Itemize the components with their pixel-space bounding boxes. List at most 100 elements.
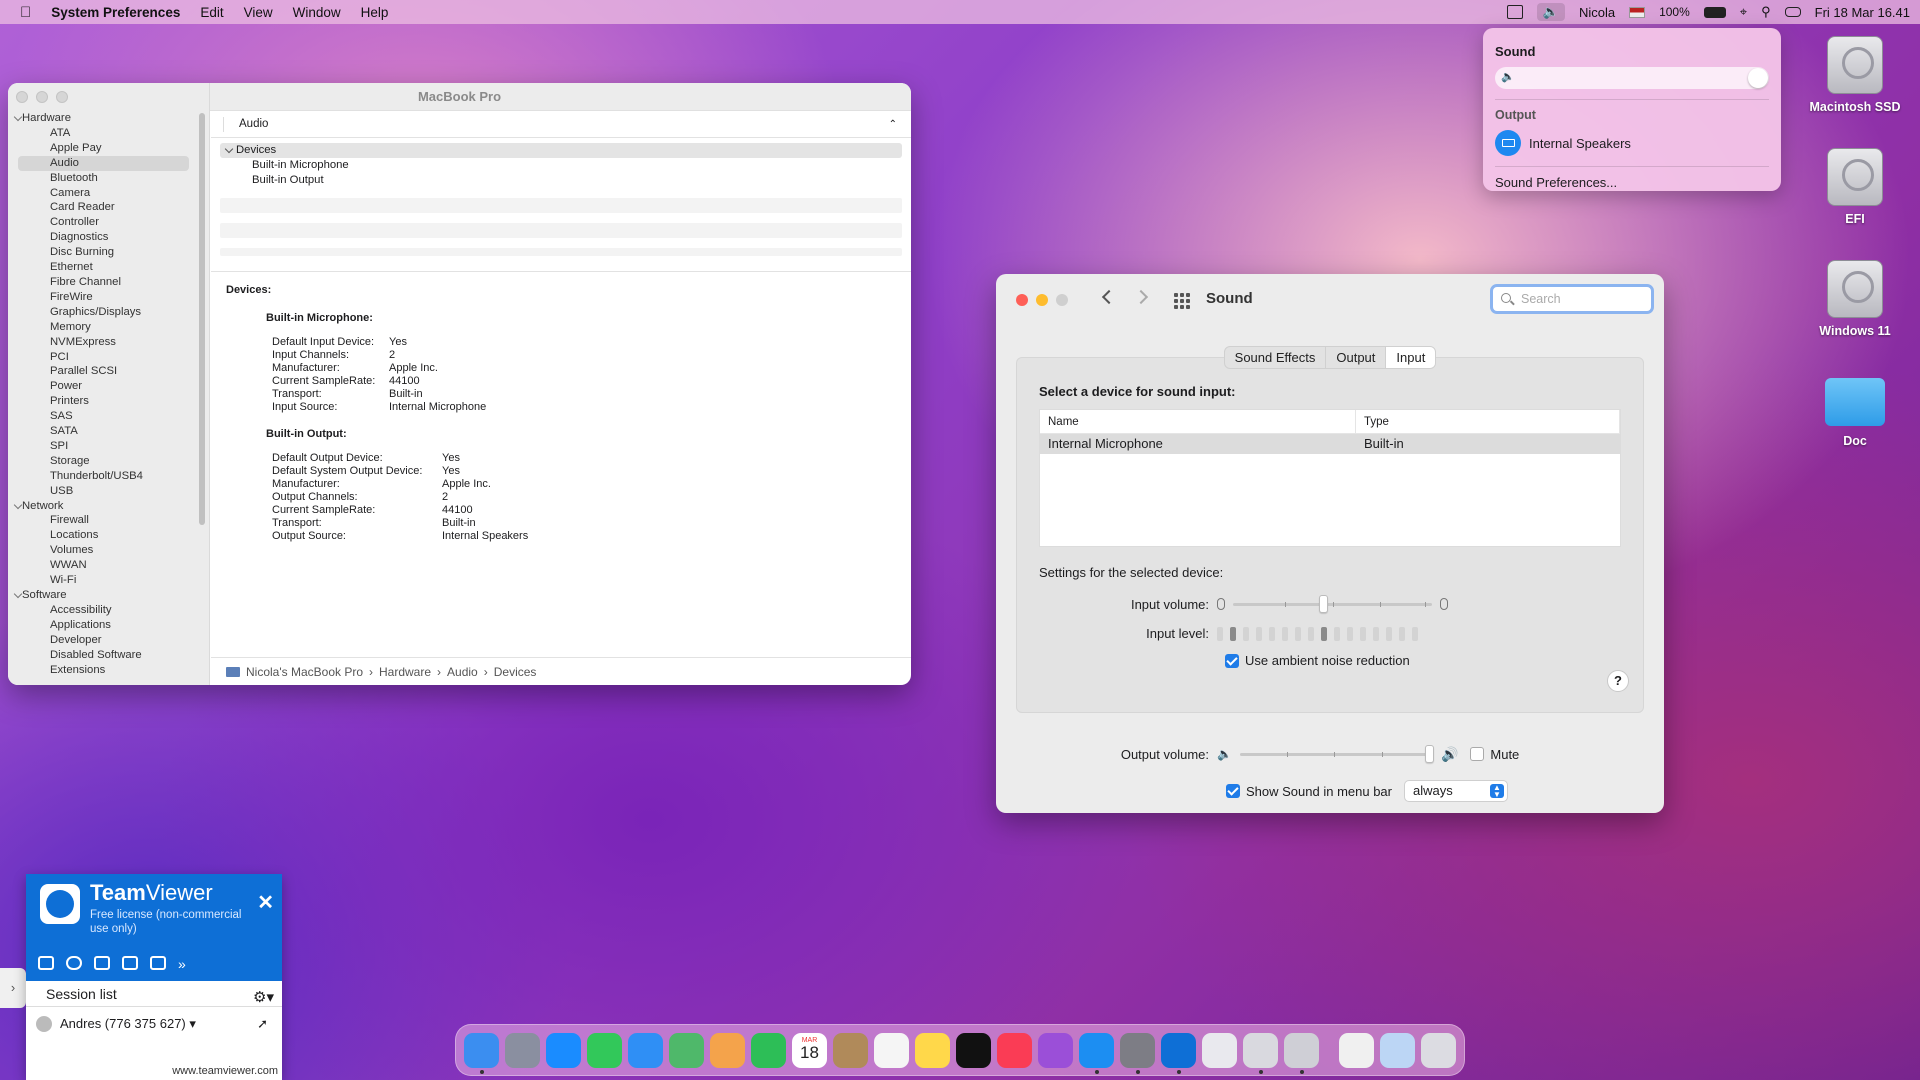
sidebar-item-applications[interactable]: Applications [8, 618, 209, 633]
facetime-icon[interactable] [751, 1032, 786, 1068]
menu-clock[interactable]: Fri 18 Mar 16.41 [1815, 5, 1910, 20]
sidebar-item-usb[interactable]: USB [8, 484, 209, 499]
safari-icon[interactable] [546, 1032, 581, 1068]
sidebar-item-nvmexpress[interactable]: NVMExpress [8, 335, 209, 350]
session-contact[interactable]: Andres (776 375 627) ▾ ➚ [26, 1007, 282, 1041]
wifi-icon[interactable]: ⌖ [1740, 4, 1747, 20]
desktop-icon-efi[interactable]: EFI [1795, 148, 1915, 226]
menu-window[interactable]: Window [283, 5, 351, 20]
tree-group-devices[interactable]: Devices [220, 143, 902, 158]
desktop-icon-windows[interactable]: Windows 11 [1795, 260, 1915, 338]
tree-item[interactable]: Built-in Output [220, 173, 902, 188]
sidebar-item-fibre-channel[interactable]: Fibre Channel [8, 275, 209, 290]
launchpad-icon[interactable] [505, 1032, 540, 1068]
messages-icon[interactable] [587, 1032, 622, 1068]
sidebar-item-locations[interactable]: Locations [8, 528, 209, 543]
sidebar-item-sas[interactable]: SAS [8, 409, 209, 424]
sidebar-item-developer[interactable]: Developer [8, 633, 209, 648]
notes-icon[interactable] [915, 1032, 950, 1068]
zoom-button[interactable] [56, 91, 68, 103]
forward-icon[interactable] [1133, 289, 1149, 305]
teamviewer-expand-tab[interactable]: › [0, 968, 26, 1008]
apple-menu-icon[interactable]:  [0, 4, 41, 21]
volume-slider-knob[interactable] [1748, 68, 1768, 88]
sidebar-item-ethernet[interactable]: Ethernet [8, 260, 209, 275]
back-icon[interactable] [1101, 289, 1117, 305]
system-preferences-icon[interactable] [1120, 1032, 1155, 1074]
volume-menu-icon[interactable]: 🔈 [1536, 3, 1565, 21]
cursor-icon[interactable]: ➚ [257, 1007, 268, 1041]
battery-icon[interactable] [1703, 6, 1726, 18]
sidebar-item-accessibility[interactable]: Accessibility [8, 603, 209, 618]
search-icon[interactable]: ⚲ [1761, 4, 1771, 20]
sidebar-item-spi[interactable]: SPI [8, 439, 209, 454]
reminders-icon[interactable] [874, 1032, 909, 1068]
output-device-item[interactable]: Internal Speakers [1495, 130, 1769, 156]
breadcrumb-item[interactable]: Audio [447, 658, 478, 686]
sidebar-item-ata[interactable]: ATA [8, 126, 209, 141]
activity-monitor-icon[interactable] [1506, 5, 1523, 19]
maps-icon[interactable] [669, 1032, 704, 1068]
podcasts-icon[interactable] [1038, 1032, 1073, 1068]
tab-output[interactable]: Output [1326, 347, 1387, 368]
column-header-name[interactable]: Name [1040, 410, 1356, 434]
sidebar-item-diagnostics[interactable]: Diagnostics [8, 230, 209, 245]
sound-preferences-link[interactable]: Sound Preferences... [1495, 175, 1769, 190]
sidebar-item-disabled-software[interactable]: Disabled Software [8, 648, 209, 663]
document-icon[interactable] [1339, 1032, 1374, 1068]
sidebar-item-wi-fi[interactable]: Wi-Fi [8, 573, 209, 588]
minimize-button[interactable] [1036, 294, 1048, 306]
sidebar-section-hardware[interactable]: Hardware [8, 111, 209, 126]
sidebar-item-apple-pay[interactable]: Apple Pay [8, 141, 209, 156]
mail-icon[interactable] [628, 1032, 663, 1068]
sidebar-section-network[interactable]: Network [8, 499, 209, 514]
show-sound-popup[interactable]: always ▲ ▼ [1403, 780, 1508, 802]
downloads-icon[interactable] [1380, 1032, 1415, 1068]
tv-icon[interactable] [956, 1032, 991, 1068]
sidebar-section-software[interactable]: Software [8, 588, 209, 603]
sidebar-item-storage[interactable]: Storage [8, 454, 209, 469]
breadcrumb-item[interactable]: Hardware [379, 658, 431, 686]
tab-sound-effects[interactable]: Sound Effects [1225, 347, 1327, 368]
breadcrumb-item[interactable]: Nicola's MacBook Pro [246, 658, 363, 686]
sidebar-item-printers[interactable]: Printers [8, 394, 209, 409]
ambient-noise-checkbox[interactable] [1225, 653, 1239, 668]
sidebar-item-sata[interactable]: SATA [8, 424, 209, 439]
tools-icon[interactable] [150, 956, 166, 970]
close-button[interactable] [16, 91, 28, 103]
help-button[interactable]: ? [1607, 670, 1629, 692]
menu-help[interactable]: Help [351, 5, 399, 20]
chat-icon[interactable] [94, 956, 110, 970]
sidebar-item-disc-burning[interactable]: Disc Burning [8, 245, 209, 260]
close-icon[interactable]: ✕ [257, 890, 274, 915]
file-transfer-icon[interactable] [122, 956, 138, 970]
column-header-type[interactable]: Type [1356, 410, 1620, 434]
menu-app-name[interactable]: System Preferences [41, 5, 190, 20]
sidebar-item-card-reader[interactable]: Card Reader [8, 200, 209, 215]
control-center-icon[interactable] [1784, 7, 1801, 17]
headset-icon[interactable] [66, 956, 82, 970]
show-sound-checkbox[interactable] [1226, 784, 1240, 798]
preview-icon[interactable] [1202, 1032, 1237, 1068]
sidebar-item-power[interactable]: Power [8, 379, 209, 394]
desktop-icon-macintosh-ssd[interactable]: Macintosh SSD [1795, 36, 1915, 114]
script-editor-icon[interactable] [1243, 1032, 1278, 1074]
sidebar-item-controller[interactable]: Controller [8, 215, 209, 230]
volume-slider[interactable]: 🔈 [1495, 67, 1769, 89]
zoom-button[interactable] [1056, 294, 1068, 306]
section-header[interactable]: Audio ⌃ [211, 111, 911, 138]
input-volume-thumb[interactable] [1318, 595, 1328, 613]
music-icon[interactable] [997, 1032, 1032, 1068]
sidebar-item-extensions[interactable]: Extensions [8, 663, 209, 678]
minimize-button[interactable] [36, 91, 48, 103]
finder-icon[interactable] [464, 1032, 499, 1074]
sidebar-item-volumes[interactable]: Volumes [8, 543, 209, 558]
user-menu[interactable]: Nicola [1579, 5, 1615, 20]
show-all-grid-icon[interactable] [1174, 293, 1190, 309]
desktop-icon-doc[interactable]: Doc [1795, 372, 1915, 448]
chevron-up-icon[interactable]: ⌃ [889, 111, 897, 138]
app-store-icon[interactable] [1079, 1032, 1114, 1074]
output-volume-thumb[interactable] [1424, 745, 1434, 763]
calendar-icon[interactable]: MAR 18 [792, 1032, 827, 1068]
teamviewer-icon[interactable] [1161, 1032, 1196, 1074]
